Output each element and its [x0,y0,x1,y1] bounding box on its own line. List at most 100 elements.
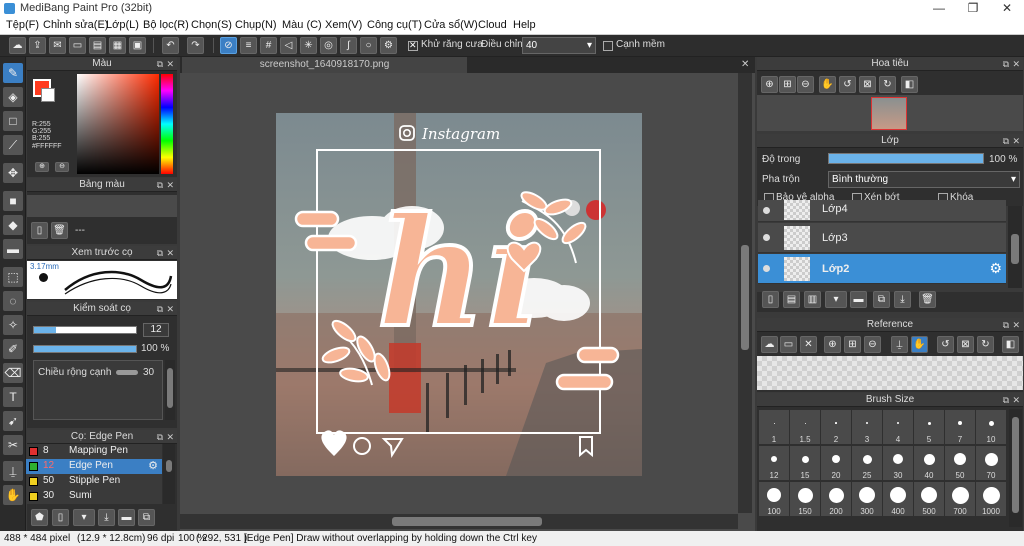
zoom-out-icon[interactable]: ⊖ [864,336,881,353]
color-hue-slider[interactable] [161,74,173,174]
rotate-right-icon[interactable]: ↻ [977,336,994,353]
snap-off-icon[interactable]: ⊘ [220,37,237,54]
close-icon[interactable]: ✕ [1012,393,1020,407]
duplicate-layer-icon[interactable]: ⧉ [873,291,890,308]
brush-size-cell[interactable]: 100 [759,482,789,516]
rotate-left-icon[interactable]: ↺ [839,76,856,93]
menu-capture[interactable]: Chụp(N) [235,19,277,31]
select-pen-icon[interactable]: ✐ [3,339,23,359]
share-icon[interactable]: ⇪ [29,37,46,54]
rotate-left-icon[interactable]: ↺ [937,336,954,353]
brush-size-cell[interactable]: 1 [759,410,789,444]
add-brush-icon[interactable]: ⬟ [31,509,48,526]
hand-icon[interactable]: ✋ [819,76,836,93]
circle-snap-icon[interactable]: ◎ [320,37,337,54]
navigator-preview-area[interactable] [757,95,1023,131]
bucket-tool-icon[interactable]: ◆ [3,215,23,235]
cross-snap-icon[interactable]: # [260,37,277,54]
grid-icon[interactable]: ▦ [109,37,126,54]
parallel-snap-icon[interactable]: ≡ [240,37,257,54]
flip-icon[interactable]: ◧ [1002,336,1019,353]
popout-icon[interactable]: ⧉ [157,246,163,260]
zoom-fit-icon[interactable]: ⊞ [779,76,796,93]
scroll-thumb[interactable] [1012,417,1019,513]
lasso-tool-icon[interactable]: ◌ [3,291,23,311]
menu-edit[interactable]: Chỉnh sửa(E) [43,19,108,31]
close-icon[interactable]: ✕ [166,246,174,260]
canvas-h-scrollbar[interactable] [180,514,738,529]
menu-filter[interactable]: Bộ lọc(R) [143,19,189,31]
brush-item-edge-pen[interactable]: 12 Edge Pen ⚙ [26,459,162,474]
gradient-tool-icon[interactable]: ▬ [3,239,23,259]
brush-size-cell[interactable]: 10 [976,410,1006,444]
brush-size-cell[interactable]: 2 [821,410,851,444]
popout-icon[interactable]: ⧉ [157,430,163,444]
popout-icon[interactable]: ⧉ [1003,57,1009,71]
close-icon[interactable]: ✕ [166,178,174,192]
trash-icon[interactable]: 🗑 [51,222,68,239]
divide-tool-icon[interactable]: ✂ [3,435,23,455]
background-color-swatch[interactable] [41,88,55,102]
new-8bit-layer-icon[interactable]: ▥ [804,291,821,308]
move-tool-icon[interactable]: ✥ [3,163,23,183]
menu-file[interactable]: Tệp(F) [6,19,39,31]
snap-settings-icon[interactable]: ⚙ [380,37,397,54]
menu-select[interactable]: Chọn(S) [191,19,232,31]
text-tool-icon[interactable]: T [3,387,23,407]
brush-size-cell[interactable]: 1.5 [790,410,820,444]
brush-size-cell[interactable]: 12 [759,446,789,480]
hand-tool-icon[interactable]: ✋ [3,485,23,505]
open-folder-icon[interactable]: ▭ [780,336,797,353]
blend-select[interactable]: Bình thường ▾ [828,171,1020,188]
comment-icon[interactable]: ✉ [49,37,66,54]
reference-canvas[interactable] [757,356,1023,390]
frame-icon[interactable]: ▣ [129,37,146,54]
new-palette-icon[interactable]: ▯ [31,222,48,239]
line-tool-icon[interactable]: ⟋ [3,135,23,155]
brush-size-cell[interactable]: 1000 [976,482,1006,516]
vanishing-snap-icon[interactable]: ◁ [280,37,297,54]
brush-size-cell[interactable]: 25 [852,446,882,480]
brush-size-cell[interactable]: 200 [821,482,851,516]
scroll-thumb[interactable] [392,517,542,526]
layer-folder-icon[interactable]: ▬ [850,291,867,308]
page-icon[interactable]: ▤ [89,37,106,54]
zoom-in-icon[interactable]: ⊕ [761,76,778,93]
opacity-slider[interactable] [33,345,137,353]
brush-size-cell[interactable]: 150 [790,482,820,516]
visibility-icon[interactable] [763,207,770,214]
correction-select[interactable]: 40 ▾ [522,37,596,54]
scroll-thumb[interactable] [741,245,749,350]
palette-area[interactable] [27,195,177,217]
visibility-icon[interactable] [763,265,770,272]
color-swap-icon[interactable]: ⊖ [55,162,69,172]
menu-help[interactable]: Help [513,19,536,31]
close-icon[interactable]: ✕ [166,430,174,444]
color-sv-picker[interactable] [77,74,159,174]
antialias-checkbox[interactable] [408,40,418,51]
rotate-reset-icon[interactable]: ⊠ [859,76,876,93]
layer-scrollbar[interactable] [1008,206,1022,288]
popout-icon[interactable]: ⧉ [1003,134,1009,148]
close-button[interactable]: ✕ [990,0,1024,17]
eraser-tool-icon[interactable]: ◈ [3,87,23,107]
flip-icon[interactable]: ◧ [901,76,918,93]
download-icon[interactable]: ⤓ [98,509,115,526]
copy-icon[interactable]: ⧉ [138,509,155,526]
menu-window[interactable]: Cửa sổ(W) [424,19,478,31]
cloud-open-icon[interactable]: ☁ [761,336,778,353]
delete-layer-icon[interactable]: 🗑 [919,291,936,308]
brush-size-value[interactable]: 12 [143,323,169,337]
popout-icon[interactable]: ⧉ [1003,393,1009,407]
brush-size-scrollbar[interactable] [1009,409,1022,527]
brush-list-scrollbar[interactable] [163,444,175,504]
rotate-reset-icon[interactable]: ⊠ [957,336,974,353]
close-icon[interactable]: ✕ [800,336,817,353]
new-layer-icon[interactable]: ▯ [762,291,779,308]
brush-item-sumi[interactable]: 30 Sumi [26,489,162,504]
popout-icon[interactable]: ⧉ [157,57,163,71]
edge-width-slider[interactable] [116,370,138,375]
magic-wand-icon[interactable]: ✧ [3,315,23,335]
menu-color[interactable]: Màu (C) [282,19,322,31]
layer-add-menu-icon[interactable]: ▾ [825,291,847,308]
